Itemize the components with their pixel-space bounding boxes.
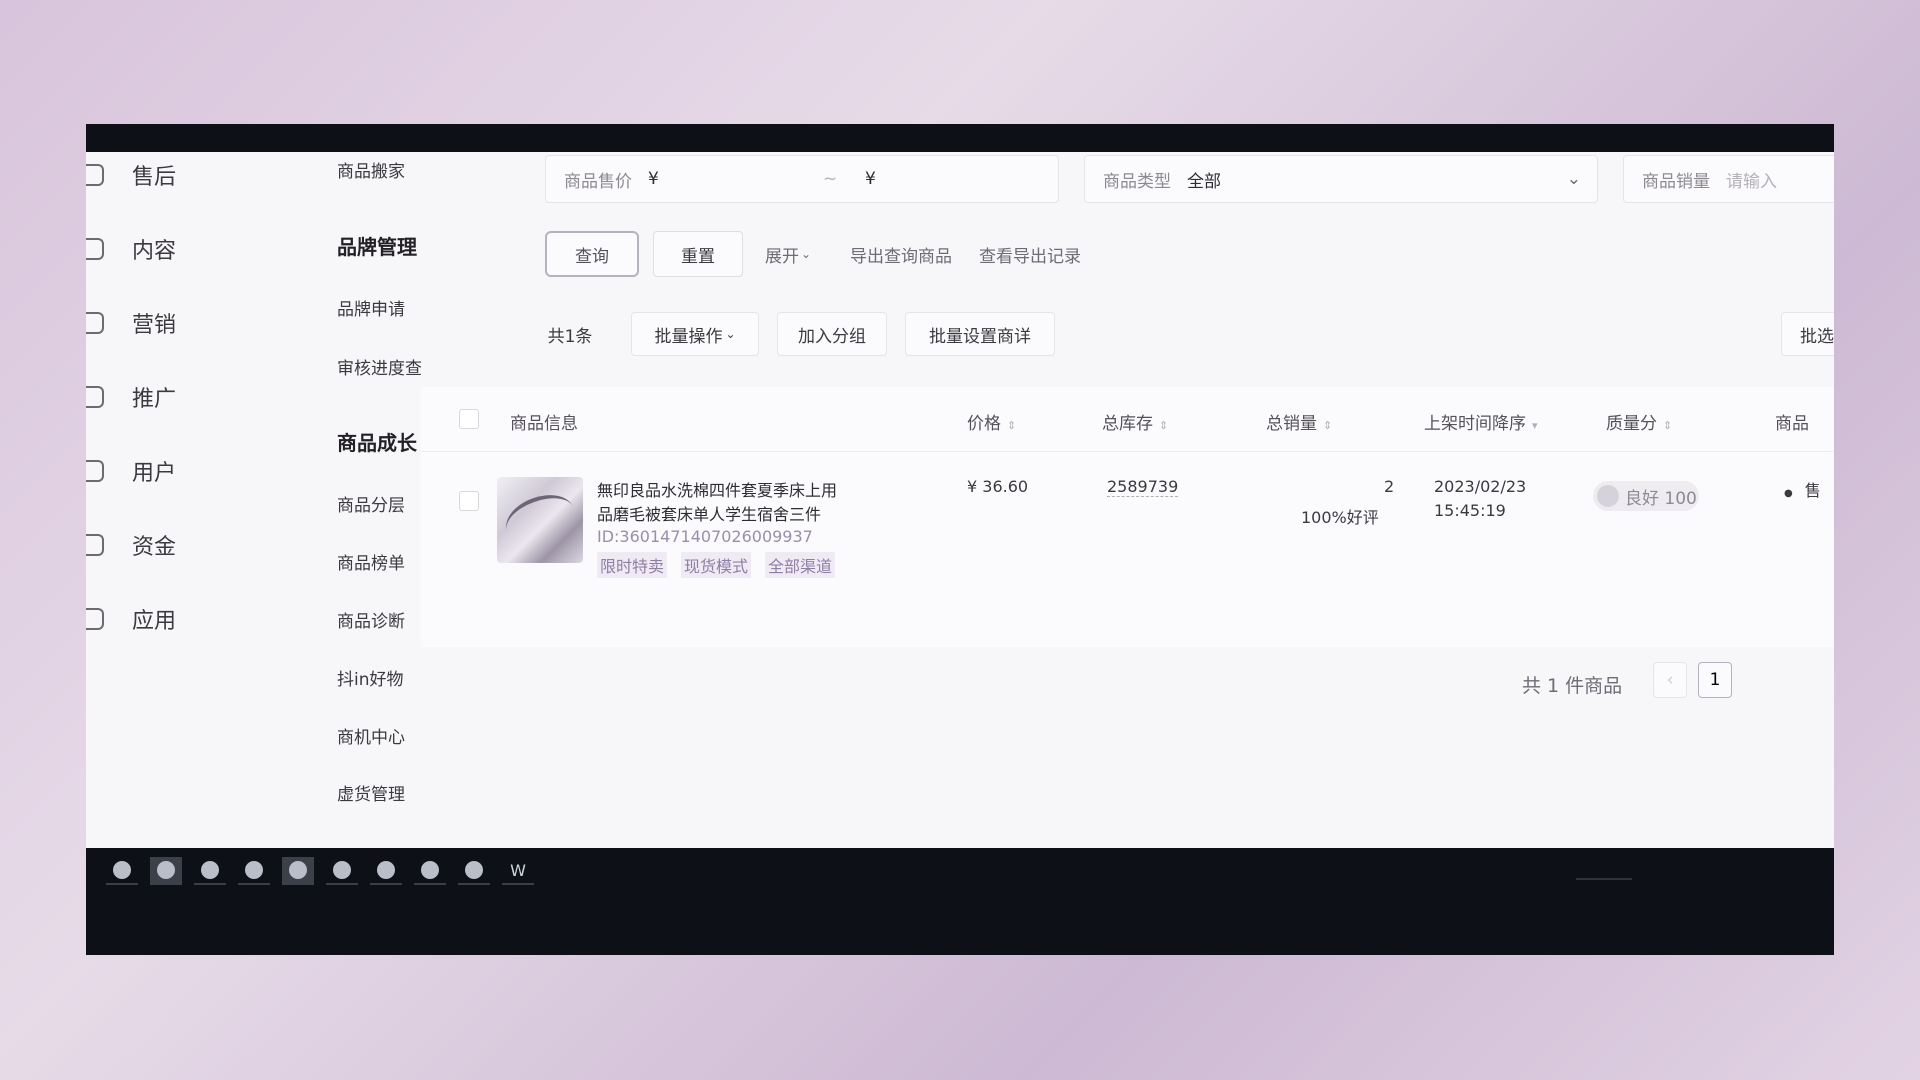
price-filter: 商品售价 ¥ ~ ¥ bbox=[545, 155, 1059, 203]
sales-filter: 商品销量 请输入 bbox=[1623, 155, 1834, 203]
screen: 售后 内容 营销 推广 用户 资金 应用 商品搬家 品牌管理⌄ 品牌申请 审核进… bbox=[86, 124, 1834, 955]
row-checkbox[interactable] bbox=[459, 491, 479, 511]
taskbar-app-icon[interactable] bbox=[282, 857, 314, 885]
listing-time: 15:45:19 bbox=[1434, 501, 1506, 520]
product-id: ID:3601471407026009937 bbox=[597, 527, 813, 546]
product-stock[interactable]: 2589739 bbox=[1107, 477, 1179, 497]
product-rating: 100%好评 bbox=[1301, 508, 1379, 527]
header-price[interactable]: 价格 ⇕ bbox=[967, 409, 1016, 434]
chevron-down-icon: ⌄ bbox=[1566, 169, 1581, 189]
tag-in-stock: 现货模式 bbox=[681, 552, 752, 578]
export-log-button[interactable]: 查看导出记录 bbox=[974, 231, 1086, 277]
app-icon bbox=[86, 608, 104, 630]
taskbar-app-icon[interactable] bbox=[458, 857, 490, 885]
quality-badge: 良好 100 bbox=[1593, 481, 1699, 511]
promotion-icon bbox=[86, 386, 104, 408]
add-to-group-button[interactable]: 加入分组 bbox=[777, 312, 887, 356]
pagination-total: 共 1 件商品 bbox=[1522, 675, 1623, 697]
expand-button[interactable]: 展开 ⌄ bbox=[760, 231, 816, 277]
product-title-line2[interactable]: 品磨毛被套床单人学生宿舍三件 bbox=[597, 501, 821, 525]
user-icon bbox=[86, 460, 104, 482]
sub-nav-item-migrate[interactable]: 商品搬家 bbox=[337, 157, 405, 182]
main-content: 商品售价 ¥ ~ ¥ 商品类型 全部 ⌄ 商品销量 请输入 查询 重置 展开 ⌄ … bbox=[421, 152, 1834, 848]
sub-nav: 商品搬家 品牌管理⌄ 品牌申请 审核进度查询 商品成长⌄ 商品分层 商品榜单 商… bbox=[226, 152, 449, 848]
sub-nav-item-virtual-goods[interactable]: 虚货管理 bbox=[337, 780, 405, 805]
type-filter[interactable]: 商品类型 全部 ⌄ bbox=[1084, 155, 1598, 203]
export-button[interactable]: 导出查询商品 bbox=[845, 231, 957, 277]
product-table: 商品信息 价格 ⇕ 总库存 ⇕ 总销量 ⇕ 上架时间降序 ▾ 质量分 ⇕ 商品 無印良品水… bbox=[421, 387, 1834, 647]
nav-item-promotion[interactable]: 推广 bbox=[86, 377, 226, 417]
taskbar-app-icon[interactable] bbox=[414, 857, 446, 885]
status-indicator: ● 售 bbox=[1784, 481, 1821, 500]
tag-flash-sale: 限时特卖 bbox=[597, 552, 668, 578]
sort-desc-icon: ▾ bbox=[1532, 419, 1538, 432]
sort-icon: ⇕ bbox=[1323, 419, 1333, 432]
product-tags: 限时特卖 现货模式 全部渠道 bbox=[597, 552, 849, 578]
dot-icon: ● bbox=[1784, 488, 1793, 499]
taskbar-app-icon[interactable] bbox=[106, 857, 138, 885]
nav-item-aftersale[interactable]: 售后 bbox=[86, 155, 226, 195]
listing-date: 2023/02/23 bbox=[1434, 477, 1527, 496]
product-title-line1[interactable]: 無印良品水洗棉四件套夏季床上用 bbox=[597, 477, 837, 501]
header-sales[interactable]: 总销量 ⇕ bbox=[1266, 409, 1332, 434]
taskbar-app-icon[interactable] bbox=[238, 857, 270, 885]
nav-item-marketing[interactable]: 营销 bbox=[86, 303, 226, 343]
prev-page-button[interactable]: ‹ bbox=[1653, 662, 1687, 698]
nav-item-apps[interactable]: 应用 bbox=[86, 599, 226, 639]
sub-nav-item-diagnosis[interactable]: 商品诊断 bbox=[337, 607, 405, 632]
header-status: 商品 bbox=[1775, 414, 1809, 434]
taskbar-app-icon[interactable] bbox=[326, 857, 358, 885]
shield-icon bbox=[86, 164, 104, 186]
taskbar-app-icon[interactable] bbox=[370, 857, 402, 885]
sort-icon: ⇕ bbox=[1159, 419, 1169, 432]
batch-detail-button[interactable]: 批量设置商详 bbox=[905, 312, 1055, 356]
window-top-bar bbox=[86, 124, 1834, 152]
sub-nav-item-opportunity[interactable]: 商机中心 bbox=[337, 723, 405, 748]
nav-item-content[interactable]: 内容 bbox=[86, 229, 226, 269]
nav-item-users[interactable]: 用户 bbox=[86, 451, 226, 491]
header-quality[interactable]: 质量分 ⇕ bbox=[1606, 409, 1672, 434]
wallet-icon bbox=[86, 534, 104, 556]
chevron-down-icon: ⌄ bbox=[800, 247, 812, 261]
page-1-button[interactable]: 1 bbox=[1698, 662, 1732, 698]
app-window: 售后 内容 营销 推广 用户 资金 应用 商品搬家 品牌管理⌄ 品牌申请 审核进… bbox=[86, 152, 1834, 848]
type-select-value[interactable]: 全部 bbox=[1187, 167, 1567, 192]
sort-icon: ⇕ bbox=[1007, 419, 1017, 432]
content-icon bbox=[86, 238, 104, 260]
header-info: 商品信息 bbox=[510, 414, 578, 434]
sub-nav-item-layering[interactable]: 商品分层 bbox=[337, 491, 405, 516]
sort-icon: ⇕ bbox=[1663, 419, 1673, 432]
nav-item-funds[interactable]: 资金 bbox=[86, 525, 226, 565]
taskbar-app-icon[interactable] bbox=[150, 857, 182, 885]
product-sales: 2 bbox=[1384, 477, 1395, 496]
reset-button[interactable]: 重置 bbox=[653, 231, 743, 277]
taskbar-app-icon[interactable] bbox=[194, 857, 226, 885]
smile-icon bbox=[1597, 485, 1619, 507]
result-count: 共1条 bbox=[547, 326, 593, 347]
main-nav: 售后 内容 营销 推广 用户 资金 应用 bbox=[86, 152, 226, 848]
sales-input[interactable]: 请输入 bbox=[1726, 167, 1777, 192]
sub-nav-item-brand-apply[interactable]: 品牌申请 bbox=[337, 295, 405, 320]
price-min-input[interactable]: ¥ bbox=[648, 169, 823, 189]
sub-nav-item-douin[interactable]: 抖in好物 bbox=[337, 665, 404, 690]
taskbar: W bbox=[86, 848, 1834, 955]
taskbar-word-icon[interactable]: W bbox=[502, 857, 534, 885]
product-thumbnail[interactable] bbox=[497, 477, 583, 563]
product-price: ¥ 36.60 bbox=[967, 477, 1029, 496]
batch-select-button[interactable]: 批选 bbox=[1781, 312, 1834, 356]
header-time[interactable]: 上架时间降序 ▾ bbox=[1424, 409, 1538, 434]
megaphone-icon bbox=[86, 312, 104, 334]
chevron-down-icon: ⌄ bbox=[725, 327, 736, 341]
batch-operation-button[interactable]: 批量操作 ⌄ bbox=[631, 312, 759, 356]
header-stock[interactable]: 总库存 ⇕ bbox=[1102, 409, 1168, 434]
taskbar-tray bbox=[1576, 878, 1632, 880]
sub-nav-item-ranking[interactable]: 商品榜单 bbox=[337, 549, 405, 574]
table-header: 商品信息 价格 ⇕ 总库存 ⇕ 总销量 ⇕ 上架时间降序 ▾ 质量分 ⇕ 商品 bbox=[421, 387, 1834, 452]
tag-all-channels: 全部渠道 bbox=[765, 552, 836, 578]
select-all-checkbox[interactable] bbox=[459, 409, 479, 429]
query-button[interactable]: 查询 bbox=[545, 231, 639, 277]
price-max-input[interactable]: ¥ bbox=[865, 169, 876, 189]
